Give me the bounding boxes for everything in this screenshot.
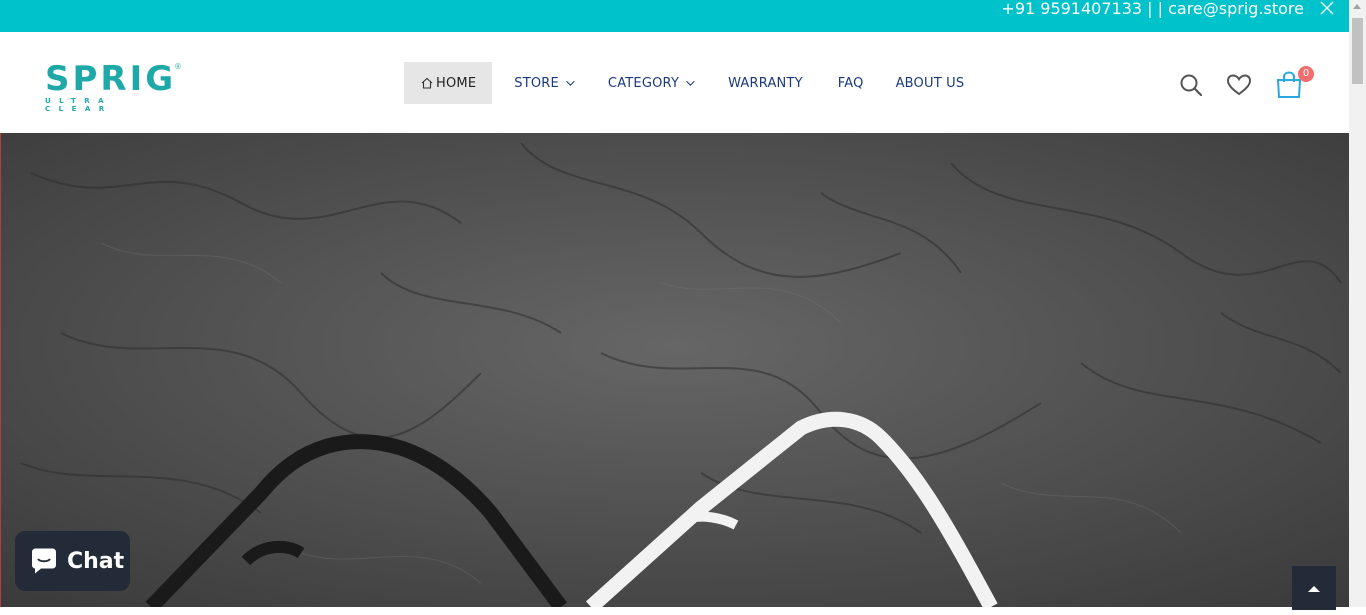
header-actions: 0 (1156, 66, 1314, 100)
hero-image (1, 133, 1349, 607)
nav-category[interactable]: CATEGORY (607, 62, 695, 104)
chat-button[interactable]: Chat (15, 531, 130, 591)
logo-tagline: ULTRA CLEAR (45, 97, 113, 113)
arrow-up-icon (1308, 586, 1320, 592)
nav-warranty[interactable]: WARRANTY (728, 62, 803, 104)
hero-banner (0, 133, 1349, 607)
heart-icon[interactable] (1226, 72, 1252, 98)
site-header: SPRIG ULTRA CLEAR ® HOME STORE CATEGORY … (0, 32, 1349, 133)
chevron-down-icon (686, 77, 695, 86)
scroll-to-top-button[interactable] (1292, 566, 1336, 610)
nav-category-label: CATEGORY (607, 75, 680, 91)
vertical-scrollbar[interactable] (1349, 0, 1366, 607)
nav-store[interactable]: STORE (514, 62, 575, 104)
close-icon[interactable] (1319, 0, 1335, 16)
nav-faq[interactable]: FAQ (838, 62, 864, 104)
main-nav: HOME STORE CATEGORY WARRANTY FAQ ABOUT U… (404, 62, 964, 104)
chat-label: Chat (67, 548, 125, 574)
nav-about-label: ABOUT US (895, 75, 965, 91)
nav-home-label: HOME (436, 75, 477, 91)
cart-button[interactable]: 0 (1274, 66, 1314, 100)
registered-mark: ® (175, 62, 181, 71)
announcement-bar: +91 9591407133 | | care@sprig.store (0, 0, 1349, 32)
chat-bubble-icon (32, 548, 56, 574)
nav-home[interactable]: HOME (404, 62, 493, 104)
scroll-up-icon[interactable] (1353, 4, 1361, 9)
sprig-logo[interactable]: SPRIG ULTRA CLEAR ® (45, 59, 185, 113)
nav-store-label: STORE (514, 75, 559, 91)
nav-warranty-label: WARRANTY (728, 75, 803, 91)
search-icon[interactable] (1178, 72, 1204, 98)
nav-faq-label: FAQ (837, 75, 864, 91)
cart-count-badge: 0 (1298, 66, 1314, 82)
chevron-down-icon (566, 77, 575, 86)
home-icon (421, 77, 433, 89)
nav-about-us[interactable]: ABOUT US (896, 62, 965, 104)
scroll-thumb[interactable] (1352, 18, 1363, 84)
logo-wordmark: SPRIG (45, 59, 177, 99)
contact-info: +91 9591407133 | | care@sprig.store (1001, 0, 1304, 18)
